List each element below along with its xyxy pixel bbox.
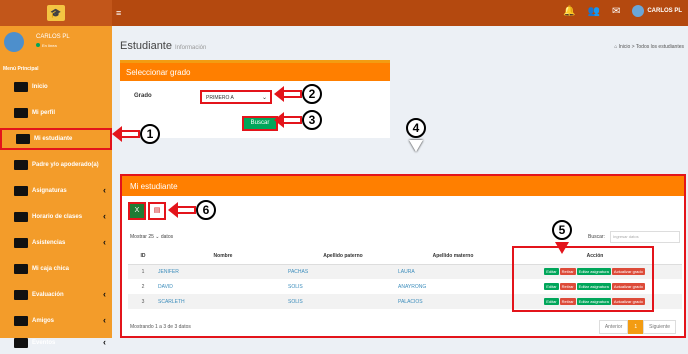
avatar: [632, 5, 645, 17]
topbar-user-name: CARLOS PL: [647, 8, 682, 14]
user-menu[interactable]: CARLOS PL: [632, 5, 682, 17]
students-box: Mi estudiante X ▤ Mostrar 25 ⌄ datos Bus…: [120, 174, 686, 338]
page-subtitle: Información: [174, 45, 207, 51]
next-page-button[interactable]: Siguiente: [643, 320, 676, 334]
sidebar-item-asistencias[interactable]: Asistencias ‹: [0, 232, 112, 254]
search-label: Buscar:: [588, 234, 605, 240]
chevron-left-icon: ‹: [103, 237, 106, 247]
grade-selector-box: Seleccionar grado Grado PRIMERO A ⌄ Busca…: [120, 60, 390, 138]
accion-highlight: [512, 246, 654, 312]
column-header-nombre[interactable]: Nombre: [158, 248, 288, 265]
friends-request-icon[interactable]: 👥: [587, 6, 599, 17]
sidebar-item-caja-chica[interactable]: Mi caja chica: [0, 258, 112, 280]
sidebar-item-mi-estudiante[interactable]: Mi estudiante: [0, 128, 112, 150]
family-icon: [14, 160, 28, 170]
check-calendar-icon: [14, 238, 28, 248]
callout-6: 6: [168, 200, 216, 220]
pdf-export-icon[interactable]: ▤: [148, 202, 166, 220]
sidebar-item-amigos[interactable]: Amigos ‹: [0, 310, 112, 332]
events-icon: [14, 338, 28, 348]
callout-3: 3: [274, 110, 322, 130]
sidebar-item-eventos[interactable]: Eventos ‹: [0, 332, 112, 354]
user-panel: CARLOS PL En línea: [4, 32, 108, 56]
search-input[interactable]: Ingresar datos: [610, 231, 680, 243]
callout-1: 1: [112, 124, 160, 144]
entries-select[interactable]: 25: [148, 234, 154, 240]
show-entries: Mostrar 25 ⌄ datos: [130, 234, 174, 240]
home-icon: [14, 82, 28, 92]
callout-4: 4: [406, 118, 426, 152]
excel-export-icon[interactable]: X: [128, 202, 146, 220]
chevron-left-icon: ‹: [103, 315, 106, 325]
breadcrumb-current: Todos los estudiantes: [635, 44, 684, 50]
chevron-left-icon: ‹: [103, 337, 106, 347]
grado-select[interactable]: PRIMERO A ⌄: [200, 90, 272, 104]
column-header-id[interactable]: ID: [128, 248, 158, 265]
sidebar-item-inicio[interactable]: Inicio: [0, 76, 112, 98]
friends-icon: [14, 316, 28, 326]
pagination: Anterior 1 Siguiente: [598, 320, 676, 334]
column-header-paterno[interactable]: Apellido paterno: [288, 248, 398, 265]
sidebar-user-name: CARLOS PL: [36, 34, 70, 40]
chevron-left-icon: ‹: [103, 289, 106, 299]
grade-box-title: Seleccionar grado: [120, 63, 390, 81]
sidebar-item-evaluacion[interactable]: Evaluación ‹: [0, 284, 112, 306]
page-button-1[interactable]: 1: [628, 320, 644, 334]
sidebar: CARLOS PL En línea Menú Principal Inicio…: [0, 26, 112, 348]
sidebar-item-asignaturas[interactable]: Asignaturas ‹: [0, 180, 112, 202]
avatar: [4, 32, 24, 52]
menu-header: Menú Principal: [3, 66, 39, 72]
pagination-info: Mostrando 1 a 3 de 3 datos: [130, 324, 191, 330]
messages-icon[interactable]: ✉: [612, 6, 620, 17]
column-header-materno[interactable]: Apellido materno: [398, 248, 508, 265]
callout-5: 5: [552, 220, 572, 254]
hamburger-icon[interactable]: ≡: [116, 8, 121, 18]
breadcrumb-home[interactable]: Inicio: [619, 44, 631, 50]
sidebar-item-mi-perfil[interactable]: Mi perfil: [0, 102, 112, 124]
money-icon: [14, 264, 28, 274]
user-icon: [14, 108, 28, 118]
page-title: Estudiante Información: [120, 40, 207, 52]
top-navbar: 🎓 ≡ 🔔 👥 ✉ CARLOS PL: [0, 0, 688, 26]
online-dot-icon: [36, 43, 40, 47]
graduation-cap-icon: [16, 134, 30, 144]
book-icon: [14, 186, 28, 196]
calendar-icon: [14, 212, 28, 222]
evaluation-icon: [14, 290, 28, 300]
breadcrumb: ⌂ Inicio > Todos los estudiantes: [614, 44, 684, 50]
students-box-title: Mi estudiante: [122, 176, 684, 196]
sidebar-item-horario[interactable]: Horario de clases ‹: [0, 206, 112, 228]
sidebar-item-padre-apoderado[interactable]: Padre y/o apoderado(a): [0, 154, 112, 176]
chevron-left-icon: ‹: [103, 211, 106, 221]
chevron-down-icon: ⌄: [261, 95, 267, 101]
search-button[interactable]: Buscar: [242, 116, 278, 131]
grado-label: Grado: [134, 93, 152, 99]
prev-page-button[interactable]: Anterior: [598, 320, 629, 334]
notification-icon[interactable]: 🔔: [563, 6, 575, 17]
chevron-left-icon: ‹: [103, 185, 106, 195]
callout-2: 2: [274, 84, 322, 104]
user-status: En línea: [36, 43, 57, 48]
app-logo[interactable]: 🎓: [0, 0, 112, 26]
logo-icon: 🎓: [47, 5, 65, 21]
